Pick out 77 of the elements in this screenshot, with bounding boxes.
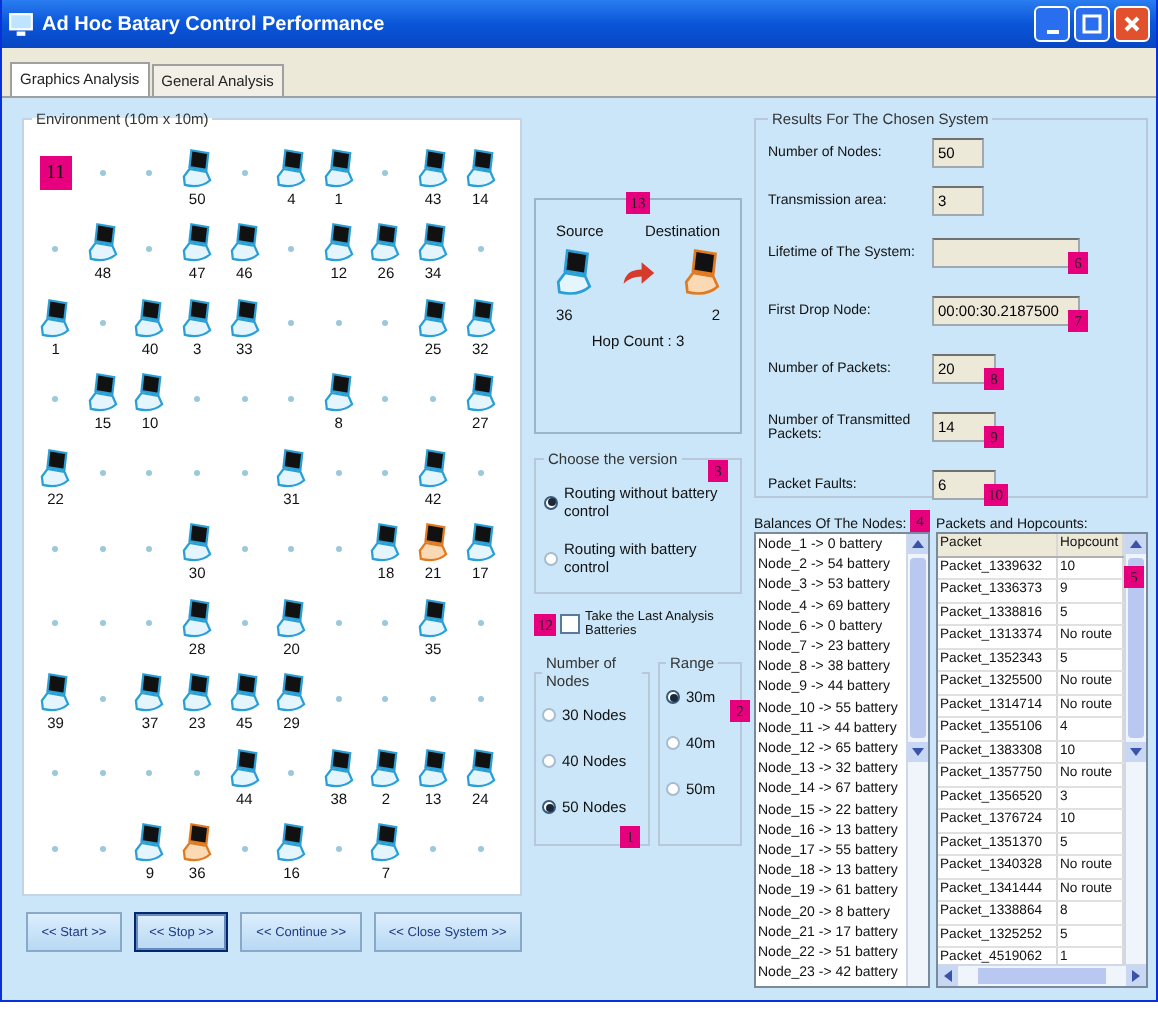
grid-point bbox=[335, 845, 342, 852]
grid-point bbox=[99, 845, 106, 852]
window-title: Ad Hoc Batary Control Performance bbox=[42, 13, 387, 35]
grid-point bbox=[288, 320, 295, 327]
scroll-up-icon[interactable] bbox=[908, 534, 928, 554]
horizontal-scrollbar[interactable] bbox=[938, 964, 1146, 986]
grid-point bbox=[241, 545, 248, 552]
grid-point bbox=[477, 695, 484, 702]
laptop-icon bbox=[684, 248, 720, 298]
grid-point bbox=[288, 245, 295, 252]
grid-point bbox=[99, 545, 106, 552]
grid-point bbox=[52, 620, 59, 627]
scroll-left-icon[interactable] bbox=[938, 966, 958, 986]
grid-point bbox=[99, 620, 106, 627]
grid-point bbox=[335, 545, 342, 552]
grid-point bbox=[382, 170, 389, 177]
minimize-button[interactable] bbox=[1034, 6, 1070, 42]
grid-point bbox=[241, 170, 248, 177]
grid-point bbox=[335, 470, 342, 477]
grid-point bbox=[99, 470, 106, 477]
scroll-down-icon[interactable] bbox=[908, 742, 928, 762]
grid-point bbox=[146, 620, 153, 627]
close-icon bbox=[1120, 12, 1144, 36]
scrollbar[interactable] bbox=[906, 534, 928, 986]
grid-point bbox=[241, 395, 248, 402]
scroll-right-icon[interactable] bbox=[1126, 966, 1146, 986]
grid-point bbox=[477, 845, 484, 852]
grid-point bbox=[99, 170, 106, 177]
grid-point bbox=[99, 695, 106, 702]
grid-point bbox=[99, 770, 106, 777]
scroll-down-icon[interactable] bbox=[1126, 742, 1146, 762]
grid-point bbox=[477, 470, 484, 477]
grid-point bbox=[288, 770, 295, 777]
grid-point bbox=[382, 395, 389, 402]
grid-point bbox=[52, 245, 59, 252]
grid-point bbox=[430, 395, 437, 402]
grid-point bbox=[194, 470, 201, 477]
grid-point bbox=[335, 620, 342, 627]
grid-point bbox=[52, 395, 59, 402]
node-balance-list[interactable] bbox=[754, 532, 930, 988]
grid-point bbox=[335, 695, 342, 702]
grid-point bbox=[146, 770, 153, 777]
grid-point bbox=[52, 770, 59, 777]
grid-point bbox=[241, 845, 248, 852]
grid-point bbox=[288, 545, 295, 552]
grid-point bbox=[430, 845, 437, 852]
grid-point bbox=[335, 320, 342, 327]
grid-point bbox=[430, 695, 437, 702]
grid-point bbox=[146, 470, 153, 477]
grid-point bbox=[288, 395, 295, 402]
grid-point bbox=[99, 320, 106, 327]
grid-point bbox=[382, 470, 389, 477]
arrow-icon bbox=[620, 260, 656, 286]
output-field[interactable] bbox=[932, 238, 1080, 268]
grid-point bbox=[382, 620, 389, 627]
grid-point bbox=[52, 545, 59, 552]
annotation-badge: 11 bbox=[39, 156, 72, 191]
grid-point bbox=[241, 470, 248, 477]
grid-point bbox=[477, 620, 484, 627]
monitor-icon bbox=[8, 11, 34, 37]
scroll-up-icon[interactable] bbox=[1126, 534, 1146, 554]
grid-point bbox=[194, 770, 201, 777]
scrollbar[interactable] bbox=[1124, 534, 1146, 964]
minimize-icon bbox=[1045, 29, 1059, 33]
grid-point bbox=[146, 245, 153, 252]
maximize-icon bbox=[1080, 12, 1104, 36]
close-button[interactable] bbox=[1114, 6, 1150, 42]
grid-point bbox=[241, 620, 248, 627]
grid-point bbox=[382, 320, 389, 327]
grid-point bbox=[194, 395, 201, 402]
maximize-button[interactable] bbox=[1074, 6, 1110, 42]
grid-point bbox=[52, 845, 59, 852]
laptop-icon bbox=[556, 248, 592, 298]
grid-point bbox=[146, 545, 153, 552]
grid-point bbox=[477, 245, 484, 252]
grid-point bbox=[146, 170, 153, 177]
grid-point bbox=[382, 695, 389, 702]
